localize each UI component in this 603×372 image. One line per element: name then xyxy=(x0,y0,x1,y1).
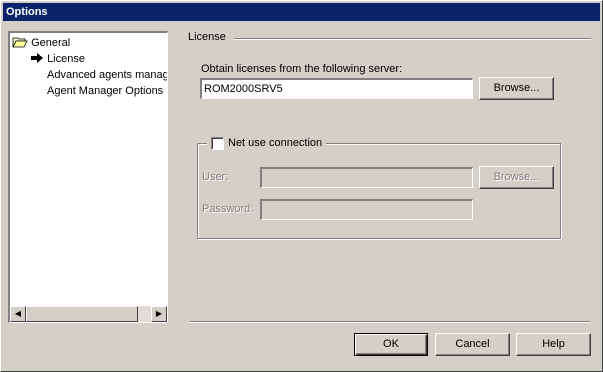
server-label: Obtain licenses from the following serve… xyxy=(201,63,403,75)
footer-divider xyxy=(190,321,590,323)
help-label: Help xyxy=(542,338,565,350)
ok-label: OK xyxy=(383,338,399,350)
title-bar: Options xyxy=(3,3,600,21)
net-use-checkbox-row[interactable]: Net use connection xyxy=(207,135,327,151)
net-use-group xyxy=(197,143,561,239)
tree-item-label: Advanced agents manag xyxy=(47,69,168,81)
tree-item-label: General xyxy=(31,37,71,49)
user-label: User: xyxy=(202,171,229,183)
browse-user-button[interactable]: Browse... xyxy=(479,166,554,189)
browse-label: Browse... xyxy=(493,171,540,183)
scroll-right-button[interactable]: ▶ xyxy=(151,306,167,322)
triangle-left-icon: ◀ xyxy=(14,309,22,318)
net-use-checkbox[interactable] xyxy=(211,136,224,150)
browse-server-button[interactable]: Browse... xyxy=(479,77,554,100)
options-tree[interactable]: General License Advanced agents manag Ag… xyxy=(8,31,168,323)
scroll-left-button[interactable]: ◀ xyxy=(10,306,26,322)
cancel-label: Cancel xyxy=(455,338,490,350)
help-button[interactable]: Help xyxy=(516,333,591,356)
triangle-right-icon: ▶ xyxy=(155,309,163,318)
tree-item-license[interactable]: License xyxy=(30,52,85,66)
window-title: Options xyxy=(6,6,48,18)
password-field[interactable] xyxy=(260,199,473,220)
folder-open-icon xyxy=(12,37,28,48)
horizontal-scrollbar[interactable]: ◀ ▶ xyxy=(10,306,167,322)
tree-item-label: License xyxy=(47,53,85,65)
password-label: Password: xyxy=(202,203,254,215)
scroll-thumb[interactable] xyxy=(26,306,138,322)
tree-item-label: Agent Manager Options xyxy=(47,85,164,97)
cancel-button[interactable]: Cancel xyxy=(435,333,510,356)
user-field[interactable] xyxy=(260,167,473,188)
arrow-right-icon xyxy=(31,53,43,63)
section-title: License xyxy=(188,31,226,43)
server-field[interactable]: ROM2000SRV5 xyxy=(200,78,473,99)
section-divider xyxy=(234,38,591,40)
options-dialog: Options General License Advanced agents … xyxy=(0,0,603,372)
server-field-value: ROM2000SRV5 xyxy=(204,83,283,95)
tree-item-advanced-agents[interactable]: Advanced agents manag xyxy=(47,68,168,82)
net-use-label: Net use connection xyxy=(228,137,323,149)
tree-item-agent-manager-options[interactable]: Agent Manager Options xyxy=(47,84,163,98)
tree-item-general[interactable]: General xyxy=(12,36,70,50)
ok-button[interactable]: OK xyxy=(354,333,428,356)
browse-label: Browse... xyxy=(493,82,540,94)
